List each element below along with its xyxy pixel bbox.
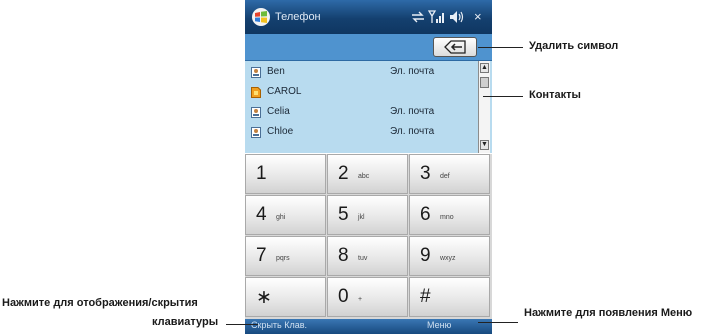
key-digit: # xyxy=(420,286,431,307)
volume-icon[interactable] xyxy=(449,10,465,24)
phone-screen: Телефон × Ben Эл. почта CAROL Celia Эл. … xyxy=(245,0,492,334)
toggle-keypad-callout-line2: клавиатуры xyxy=(152,316,219,328)
contact-name: Celia xyxy=(267,106,290,117)
key-digit: ∗ xyxy=(256,287,272,308)
key-1[interactable]: 1 xyxy=(245,154,326,194)
menu-softkey[interactable]: Меню xyxy=(427,320,451,330)
contact-type: Эл. почта xyxy=(390,106,435,117)
scroll-up-arrow-icon[interactable]: ▲ xyxy=(480,63,489,73)
contact-type: Эл. почта xyxy=(390,66,435,77)
key-letters: ghi xyxy=(276,214,286,221)
softkey-bar: Скрыть Клав. Меню xyxy=(245,319,492,334)
contact-name: Chloe xyxy=(267,126,294,137)
key-digit: 7 xyxy=(256,245,267,266)
toggle-keypad-callout-line1: Нажмите для отображения/скрытия xyxy=(2,297,198,309)
backspace-icon xyxy=(444,40,466,54)
delete-callout-line xyxy=(478,47,523,48)
key-digit: 0 xyxy=(338,286,349,307)
menu-callout: Нажмите для появления Меню xyxy=(524,307,693,319)
contact-card-icon xyxy=(251,107,261,118)
key-digit: 2 xyxy=(338,163,349,184)
key-3[interactable]: 3 def xyxy=(409,154,490,194)
key-letters: tuv xyxy=(358,255,368,262)
toggle-keypad-callout-line xyxy=(226,324,258,325)
key-9[interactable]: 9 wxyz xyxy=(409,236,490,276)
contact-type: Эл. почта xyxy=(390,126,435,137)
key-6[interactable]: 6 mno xyxy=(409,195,490,235)
menu-callout-line xyxy=(478,322,518,323)
network-arrows-icon xyxy=(412,11,424,23)
key-hash[interactable]: # xyxy=(409,277,490,317)
contact-card-icon xyxy=(251,67,261,78)
key-digit: 8 xyxy=(338,245,349,266)
contact-item-carol[interactable]: CAROL xyxy=(245,83,477,103)
contact-list[interactable]: Ben Эл. почта CAROL Celia Эл. почта Chlo… xyxy=(245,61,492,153)
contact-card-icon xyxy=(251,127,261,138)
contact-scrollbar[interactable]: ▲ ▼ xyxy=(478,61,490,153)
key-2[interactable]: 2 abc xyxy=(327,154,408,194)
hide-keypad-softkey[interactable]: Скрыть Клав. xyxy=(251,320,307,330)
key-letters: abc xyxy=(358,173,370,180)
contact-item-celia[interactable]: Celia Эл. почта xyxy=(245,103,477,123)
key-letters: def xyxy=(440,173,450,180)
key-letters: mno xyxy=(440,214,454,221)
key-digit: 3 xyxy=(420,163,431,184)
delete-char-button[interactable] xyxy=(433,37,477,57)
key-digit: 4 xyxy=(256,204,267,225)
windows-logo-icon[interactable] xyxy=(252,8,270,26)
key-5[interactable]: 5 jkl xyxy=(327,195,408,235)
dial-keypad: 1 2 abc 3 def 4 ghi 5 jkl 6 mno 7 pqrs 8 tuv 9 w… xyxy=(245,154,492,319)
scroll-thumb[interactable] xyxy=(480,77,489,88)
scroll-down-arrow-icon[interactable]: ▼ xyxy=(480,140,489,150)
title-bar: Телефон × xyxy=(245,0,492,34)
key-7[interactable]: 7 pqrs xyxy=(245,236,326,276)
contact-name: Ben xyxy=(267,66,285,77)
key-0[interactable]: 0 + xyxy=(327,277,408,317)
contact-item-chloe[interactable]: Chloe Эл. почта xyxy=(245,123,477,143)
key-letters: + xyxy=(358,296,363,303)
key-letters: jkl xyxy=(358,214,365,221)
sim-contact-icon xyxy=(251,87,261,98)
contacts-callout: Контакты xyxy=(529,89,581,101)
contact-item-ben[interactable]: Ben Эл. почта xyxy=(245,63,477,83)
key-digit: 9 xyxy=(420,245,431,266)
window-title: Телефон xyxy=(275,11,321,23)
key-star[interactable]: ∗ xyxy=(245,277,326,317)
key-4[interactable]: 4 ghi xyxy=(245,195,326,235)
contact-name: CAROL xyxy=(267,86,302,97)
key-8[interactable]: 8 tuv xyxy=(327,236,408,276)
delete-callout: Удалить символ xyxy=(529,40,619,52)
key-digit: 5 xyxy=(338,204,349,225)
key-letters: pqrs xyxy=(276,255,290,262)
key-letters: wxyz xyxy=(440,255,456,262)
signal-strength-icon xyxy=(428,10,444,23)
close-icon[interactable]: × xyxy=(474,9,482,24)
key-digit: 6 xyxy=(420,204,431,225)
contacts-callout-line xyxy=(483,96,523,97)
key-digit: 1 xyxy=(256,163,267,184)
